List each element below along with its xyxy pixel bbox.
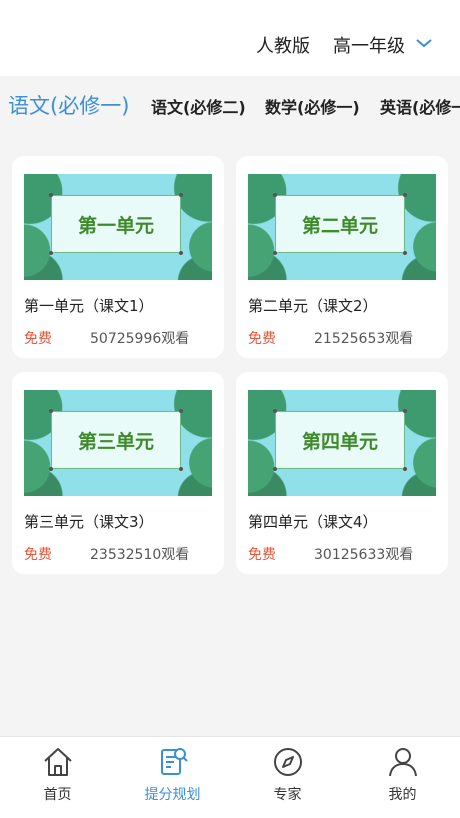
home-icon (44, 748, 72, 776)
pin-dot (403, 193, 407, 197)
unit-thumbnail: 第三单元 (24, 390, 212, 496)
pin-dot (49, 193, 53, 197)
pin-dot (49, 251, 53, 255)
unit-thumbnail: 第四单元 (248, 390, 436, 496)
pin-dot (49, 409, 53, 413)
pin-dot (273, 409, 277, 413)
thumbnail-text: 第四单元 (301, 430, 378, 453)
view-count: 50725996观看 (90, 331, 190, 347)
unit-card[interactable]: 第三单元 第三单元（课文3） 免费 23532510观看 (12, 372, 224, 574)
thumbnail-panel: 第三单元 (51, 411, 181, 469)
pin-dot (403, 409, 407, 413)
user-icon (389, 748, 417, 777)
pin-dot (273, 193, 277, 197)
nav-label: 我的 (388, 787, 417, 803)
nav-mine[interactable]: 我的 (345, 737, 460, 818)
pin-dot (49, 467, 53, 471)
nav-home[interactable]: 首页 (0, 737, 115, 818)
view-count: 23532510观看 (90, 547, 190, 563)
price-badge: 免费 (248, 331, 276, 347)
price-badge: 免费 (24, 547, 52, 563)
unit-thumbnail: 第二单元 (248, 174, 436, 280)
nav-experts[interactable]: 专家 (230, 737, 345, 818)
view-count: 30125633观看 (314, 547, 414, 563)
view-count: 21525653观看 (314, 331, 414, 347)
subject-tabs: 语文(必修一) 语文(必修二) 数学(必修一) 英语(必修一 (0, 76, 460, 134)
thumbnail-text: 第一单元 (77, 214, 154, 237)
pin-dot (273, 467, 277, 471)
pin-dot (179, 409, 183, 413)
pin-dot (179, 251, 183, 255)
unit-title: 第四单元（课文4） (248, 513, 378, 531)
pin-dot (179, 193, 183, 197)
tab-chinese-2[interactable]: 语文(必修二) (151, 94, 246, 118)
tab-chinese-1[interactable]: 语文(必修一) (8, 90, 129, 120)
thumbnail-panel: 第二单元 (275, 195, 405, 253)
price-badge: 免费 (24, 331, 52, 347)
grade-selector[interactable]: 高一年级 (333, 32, 405, 58)
pin-dot (403, 251, 407, 255)
pin-dot (179, 467, 183, 471)
unit-thumbnail: 第一单元 (24, 174, 212, 280)
tab-math-1[interactable]: 数学(必修一) (265, 94, 360, 118)
thumbnail-text: 第二单元 (301, 214, 378, 237)
compass-icon (274, 748, 302, 776)
unit-card[interactable]: 第一单元 第一单元（课文1） 免费 50725996观看 (12, 156, 224, 358)
thumbnail-panel: 第四单元 (275, 411, 405, 469)
edition-selector[interactable]: 人教版 (256, 32, 310, 58)
unit-card[interactable]: 第二单元 第二单元（课文2） 免费 21525653观看 (236, 156, 448, 358)
tab-english-1[interactable]: 英语(必修一 (380, 94, 460, 118)
unit-title: 第一单元（课文1） (24, 297, 154, 315)
unit-card[interactable]: 第四单元 第四单元（课文4） 免费 30125633观看 (236, 372, 448, 574)
unit-title: 第三单元（课文3） (24, 513, 154, 531)
bottom-nav: 首页 提分规划 专家 我的 (0, 736, 460, 818)
pin-dot (403, 467, 407, 471)
nav-label: 提分规划 (144, 787, 201, 803)
thumbnail-text: 第三单元 (77, 430, 154, 453)
nav-label: 专家 (273, 787, 302, 803)
unit-title: 第二单元（课文2） (248, 297, 378, 315)
chevron-down-icon[interactable] (414, 34, 434, 52)
study-plan-icon (161, 748, 188, 775)
thumbnail-panel: 第一单元 (51, 195, 181, 253)
price-badge: 免费 (248, 547, 276, 563)
nav-label: 首页 (43, 787, 72, 803)
nav-study-plan[interactable]: 提分规划 (115, 737, 230, 818)
top-bar: 人教版 高一年级 (0, 0, 460, 76)
pin-dot (273, 251, 277, 255)
